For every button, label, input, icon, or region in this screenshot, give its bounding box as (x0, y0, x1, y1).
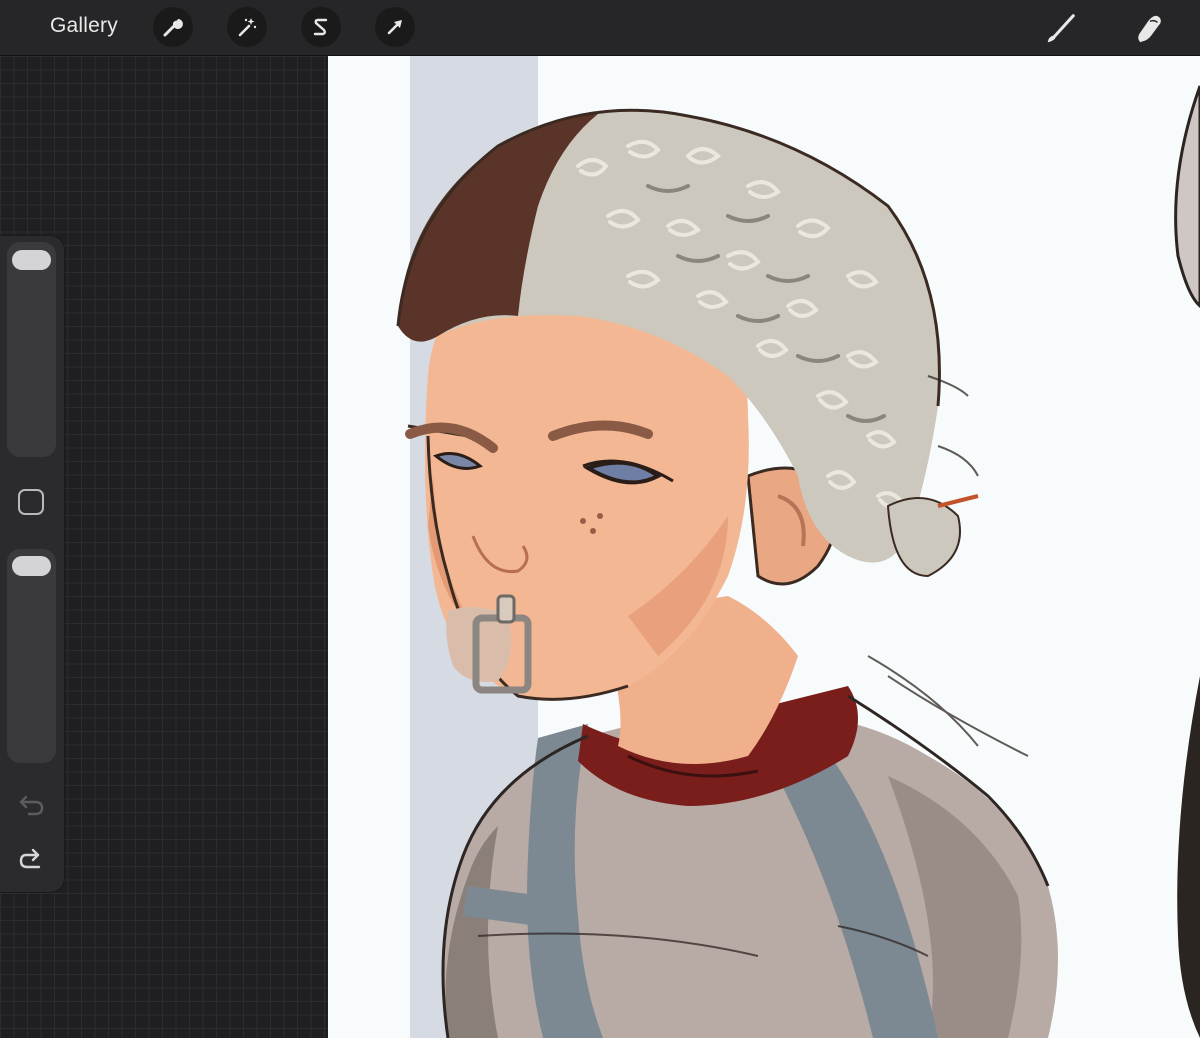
selection-button[interactable] (301, 7, 341, 47)
opacity-slider-thumb[interactable] (12, 556, 51, 576)
brush-size-slider[interactable] (7, 242, 56, 457)
top-toolbar: Gallery (0, 0, 1200, 56)
selection-magic-button[interactable] (227, 7, 267, 47)
redo-button[interactable] (16, 845, 48, 873)
brush-icon (1047, 14, 1075, 43)
smudge-button[interactable] (1128, 9, 1168, 49)
transform-arrow-icon (387, 20, 402, 35)
selection-s-icon (313, 18, 328, 36)
drawing-canvas[interactable] (328, 56, 1200, 1038)
magic-wand-icon (238, 18, 257, 37)
brush-button[interactable] (1040, 9, 1080, 49)
adjustments-wrench-icon (163, 19, 183, 37)
undo-arrow-icon (19, 795, 44, 816)
smudge-icon (1138, 15, 1161, 43)
left-sidebar (0, 236, 64, 892)
transform-button[interactable] (375, 7, 415, 47)
gallery-button[interactable]: Gallery (50, 14, 118, 38)
opacity-slider[interactable] (7, 549, 56, 763)
redo-arrow-icon (19, 848, 41, 869)
edge-figure-bottom (1177, 676, 1200, 1038)
adjustments-button[interactable] (153, 7, 193, 47)
brush-size-slider-thumb[interactable] (12, 250, 51, 270)
modify-button[interactable] (18, 489, 44, 515)
character-artwork (396, 56, 1200, 1038)
undo-button[interactable] (16, 792, 48, 820)
edge-figure-top (1174, 85, 1200, 308)
